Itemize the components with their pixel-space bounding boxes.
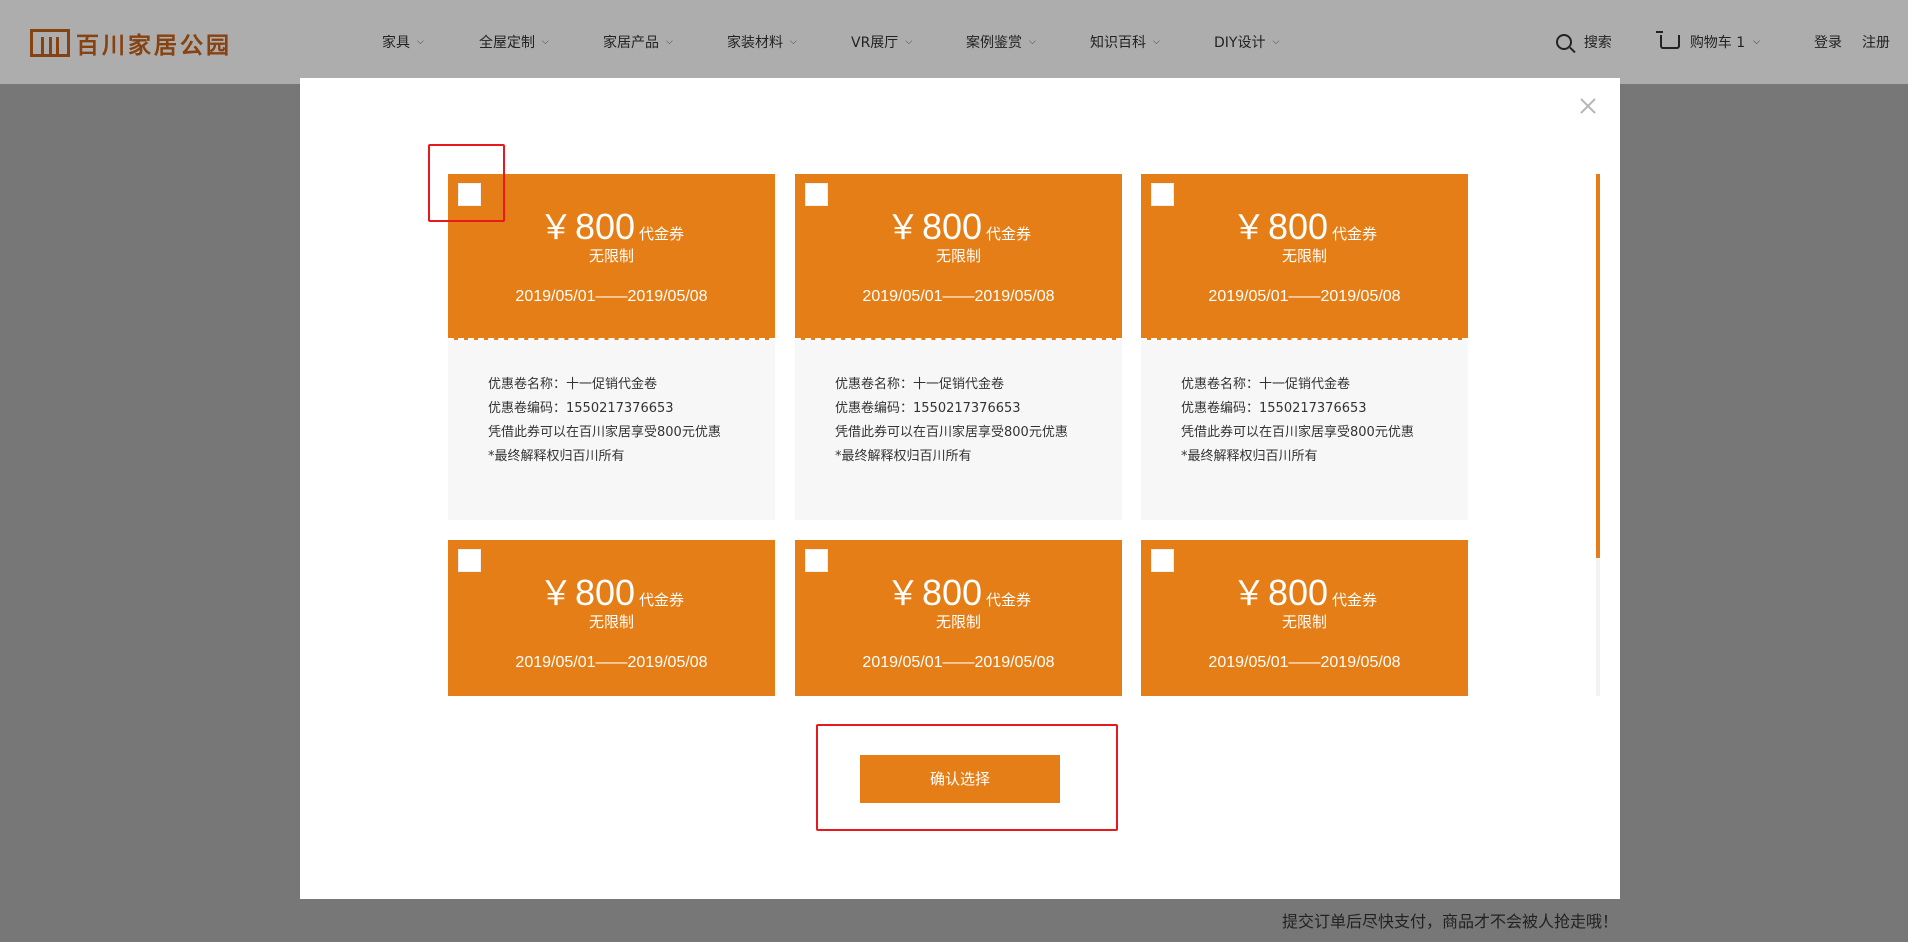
coupon-kind: 代金券 bbox=[639, 591, 685, 609]
coupon-date-range: 2019/05/01——2019/05/08 bbox=[515, 654, 708, 671]
coupon-header: ￥800 代金券 无限制 2019/05/01——2019/05/08 bbox=[795, 174, 1122, 340]
coupon-card: ￥800 代金券 无限制 2019/05/01——2019/05/08 优惠卷名称… bbox=[448, 174, 775, 520]
scrollbar[interactable] bbox=[1596, 174, 1600, 696]
highlight-box-checkbox bbox=[428, 144, 505, 222]
currency-symbol: ￥ bbox=[885, 574, 920, 614]
coupon-value: ￥800 代金券 bbox=[1141, 200, 1468, 249]
coupon-value: ￥800 代金券 bbox=[795, 200, 1122, 249]
coupon-date-range: 2019/05/01——2019/05/08 bbox=[1208, 654, 1401, 671]
coupon-date-range: 2019/05/01——2019/05/08 bbox=[862, 654, 1055, 671]
coupon-value: ￥800 代金券 bbox=[1141, 566, 1468, 615]
coupon-kind: 代金券 bbox=[1332, 225, 1378, 243]
coupon-amount: 800 bbox=[574, 572, 636, 613]
coupon-details: 优惠卷名称：十一促销代金卷 优惠卷编码：1550217376653 凭借此券可以… bbox=[448, 340, 775, 520]
coupon-name: 优惠卷名称：十一促销代金卷 bbox=[1181, 377, 1351, 392]
coupon-card: ￥800 代金券 无限制 2019/05/01——2019/05/08 bbox=[448, 540, 775, 696]
coupon-description: 凭借此券可以在百川家居享受800元优惠 bbox=[488, 425, 721, 440]
coupon-limit: 无限制 bbox=[935, 247, 981, 265]
coupon-limit: 无限制 bbox=[1281, 247, 1327, 265]
coupon-details: 优惠卷名称：十一促销代金卷 优惠卷编码：1550217376653 凭借此券可以… bbox=[795, 340, 1122, 520]
coupon-limit: 无限制 bbox=[935, 613, 981, 631]
coupon-kind: 代金券 bbox=[1332, 591, 1378, 609]
coupon-date-range: 2019/05/01——2019/05/08 bbox=[515, 288, 708, 305]
coupon-name: 优惠卷名称：十一促销代金卷 bbox=[488, 377, 658, 392]
coupon-kind: 代金券 bbox=[639, 225, 685, 243]
coupon-date-range: 2019/05/01——2019/05/08 bbox=[862, 288, 1055, 305]
currency-symbol: ￥ bbox=[538, 574, 573, 614]
coupon-header: ￥800 代金券 无限制 2019/05/01——2019/05/08 bbox=[1141, 174, 1468, 340]
coupon-value: ￥800 代金券 bbox=[448, 566, 775, 615]
coupon-header: ￥800 代金券 无限制 2019/05/01——2019/05/08 bbox=[1141, 540, 1468, 696]
coupon-description: 凭借此券可以在百川家居享受800元优惠 bbox=[835, 425, 1068, 440]
coupon-name: 优惠卷名称：十一促销代金卷 bbox=[835, 377, 1005, 392]
coupon-note: *最终解释权归百川所有 bbox=[835, 449, 972, 464]
currency-symbol: ￥ bbox=[538, 208, 573, 248]
coupon-limit: 无限制 bbox=[588, 613, 634, 631]
currency-symbol: ￥ bbox=[1231, 574, 1266, 614]
coupon-card: ￥800 代金券 无限制 2019/05/01——2019/05/08 优惠卷名称… bbox=[795, 174, 1122, 520]
coupon-code: 优惠卷编码：1550217376653 bbox=[1181, 401, 1367, 416]
coupon-kind: 代金券 bbox=[986, 225, 1032, 243]
coupon-modal: ￥800 代金券 无限制 2019/05/01——2019/05/08 优惠卷名称… bbox=[300, 78, 1620, 899]
coupon-amount: 800 bbox=[1267, 206, 1329, 247]
coupon-code: 优惠卷编码：1550217376653 bbox=[488, 401, 674, 416]
coupon-note: *最终解释权归百川所有 bbox=[488, 449, 625, 464]
coupon-limit: 无限制 bbox=[1281, 613, 1327, 631]
coupon-amount: 800 bbox=[1267, 572, 1329, 613]
coupon-date-range: 2019/05/01——2019/05/08 bbox=[1208, 288, 1401, 305]
coupon-header: ￥800 代金券 无限制 2019/05/01——2019/05/08 bbox=[795, 540, 1122, 696]
payment-reminder: 提交订单后尽快支付，商品才不会被人抢走哦！ bbox=[1281, 912, 1618, 931]
currency-symbol: ￥ bbox=[1231, 208, 1266, 248]
coupon-header: ￥800 代金券 无限制 2019/05/01——2019/05/08 bbox=[448, 540, 775, 696]
coupon-card: ￥800 代金券 无限制 2019/05/01——2019/05/08 bbox=[795, 540, 1122, 696]
coupon-description: 凭借此券可以在百川家居享受800元优惠 bbox=[1181, 425, 1414, 440]
coupon-card: ￥800 代金券 无限制 2019/05/01——2019/05/08 bbox=[1141, 540, 1468, 696]
coupon-note: *最终解释权归百川所有 bbox=[1181, 449, 1318, 464]
scrollbar-thumb[interactable] bbox=[1596, 174, 1600, 558]
coupon-amount: 800 bbox=[921, 572, 983, 613]
coupon-kind: 代金券 bbox=[986, 591, 1032, 609]
close-icon[interactable] bbox=[1578, 96, 1598, 116]
currency-symbol: ￥ bbox=[885, 208, 920, 248]
coupon-limit: 无限制 bbox=[588, 247, 634, 265]
confirm-selection-button[interactable]: 确认选择 bbox=[860, 755, 1060, 803]
coupon-card: ￥800 代金券 无限制 2019/05/01——2019/05/08 优惠卷名称… bbox=[1141, 174, 1468, 520]
coupon-details: 优惠卷名称：十一促销代金卷 优惠卷编码：1550217376653 凭借此券可以… bbox=[1141, 340, 1468, 520]
coupon-amount: 800 bbox=[574, 206, 636, 247]
coupon-amount: 800 bbox=[921, 206, 983, 247]
coupon-value: ￥800 代金券 bbox=[795, 566, 1122, 615]
coupon-code: 优惠卷编码：1550217376653 bbox=[835, 401, 1021, 416]
